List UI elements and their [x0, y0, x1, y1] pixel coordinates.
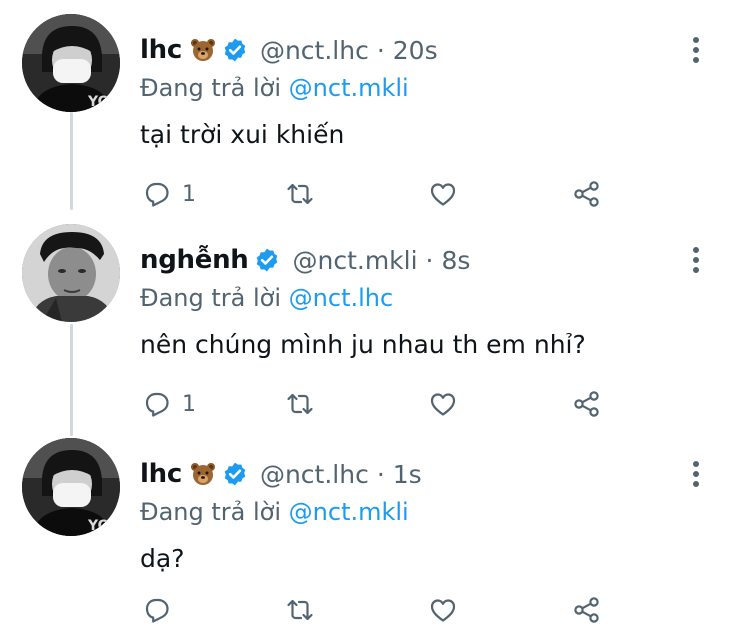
- verified-badge-icon: [254, 247, 280, 273]
- reply-button[interactable]: [142, 590, 172, 630]
- replying-to-label: Đang trả lời: [140, 498, 282, 526]
- avatar-photo: YO: [22, 14, 120, 112]
- reply-count: 1: [182, 391, 196, 417]
- retweet-icon: [287, 183, 313, 205]
- mention-link[interactable]: @nct.mkli: [289, 74, 409, 102]
- timestamp[interactable]: 20s: [393, 36, 438, 65]
- svg-text:YO: YO: [87, 518, 110, 534]
- more-options-button[interactable]: [684, 242, 708, 278]
- tweet-text: dạ?: [140, 544, 185, 573]
- separator-dot: ·: [376, 459, 385, 489]
- display-name[interactable]: lhc: [140, 459, 182, 489]
- tweet[interactable]: nghễnh @nct.mkli · 8s Đang trả lời @nct.…: [0, 224, 750, 424]
- reply-icon: [145, 182, 169, 207]
- user-handle[interactable]: @nct.lhc: [260, 460, 369, 489]
- replying-to-line: Đang trả lời @nct.mkli: [140, 498, 409, 526]
- like-icon: [430, 393, 456, 416]
- tweet-header: nghễnh @nct.mkli · 8s: [140, 242, 470, 278]
- reply-button[interactable]: 1: [142, 384, 196, 424]
- replying-to-label: Đang trả lời: [140, 74, 282, 102]
- tweet-header: lhc @nct.lhc · 20s: [140, 32, 438, 68]
- retweet-button[interactable]: [285, 174, 315, 214]
- timestamp[interactable]: 8s: [442, 246, 471, 275]
- more-options-icon: [693, 247, 699, 273]
- more-options-button[interactable]: [684, 456, 708, 492]
- reply-icon: [145, 598, 169, 623]
- share-icon: [574, 597, 599, 623]
- bear-face-emoji: [190, 462, 216, 486]
- more-options-icon: [693, 37, 699, 63]
- avatar[interactable]: [22, 224, 120, 322]
- replying-to-line: Đang trả lời @nct.mkli: [140, 74, 409, 102]
- mention-link[interactable]: @nct.lhc: [289, 284, 394, 312]
- tweet-header: lhc @nct.lhc · 1s: [140, 456, 422, 492]
- more-options-icon: [693, 461, 699, 487]
- verified-badge-icon: [222, 461, 248, 487]
- replying-to-label: Đang trả lời: [140, 284, 282, 312]
- tweet-text: tại trời xui khiến: [140, 120, 345, 149]
- avatar[interactable]: YO: [22, 14, 120, 112]
- display-name[interactable]: nghễnh: [140, 245, 249, 275]
- tweet-text: nên chúng mình ju nhau th em nhỉ?: [140, 330, 586, 359]
- share-icon: [574, 391, 599, 417]
- tweet-actions: [142, 590, 622, 630]
- like-icon: [430, 183, 456, 206]
- avatar[interactable]: YO: [22, 438, 120, 536]
- separator-dot: ·: [425, 245, 434, 275]
- avatar-photo: [22, 224, 120, 322]
- share-button[interactable]: [572, 384, 602, 424]
- tweet-actions: 1: [142, 384, 622, 424]
- like-button[interactable]: [428, 174, 458, 214]
- mention-link[interactable]: @nct.mkli: [289, 498, 409, 526]
- replying-to-line: Đang trả lời @nct.lhc: [140, 284, 393, 312]
- like-icon: [430, 599, 456, 622]
- retweet-button[interactable]: [285, 590, 315, 630]
- more-options-button[interactable]: [684, 32, 708, 68]
- reply-icon: [145, 392, 169, 417]
- retweet-button[interactable]: [285, 384, 315, 424]
- tweet[interactable]: YO lhc @nct.lhc · 1s Đang trả lời @nct.m…: [0, 438, 750, 632]
- like-button[interactable]: [428, 590, 458, 630]
- share-button[interactable]: [572, 590, 602, 630]
- user-handle[interactable]: @nct.mkli: [292, 246, 417, 275]
- verified-badge-icon: [222, 37, 248, 63]
- display-name[interactable]: lhc: [140, 35, 182, 65]
- user-handle[interactable]: @nct.lhc: [260, 36, 369, 65]
- reply-count: 1: [182, 181, 196, 207]
- retweet-icon: [287, 393, 313, 415]
- like-button[interactable]: [428, 384, 458, 424]
- share-button[interactable]: [572, 174, 602, 214]
- tweet-actions: 1: [142, 174, 622, 214]
- timestamp[interactable]: 1s: [393, 460, 422, 489]
- tweet[interactable]: YO lhc @nct.lhc · 20s Đang trả lời @nct.…: [0, 14, 750, 214]
- bear-face-emoji: [190, 38, 216, 62]
- reply-button[interactable]: 1: [142, 174, 196, 214]
- separator-dot: ·: [376, 35, 385, 65]
- share-icon: [574, 181, 599, 207]
- svg-text:YO: YO: [87, 94, 110, 110]
- retweet-icon: [287, 599, 313, 621]
- avatar-photo: YO: [22, 438, 120, 536]
